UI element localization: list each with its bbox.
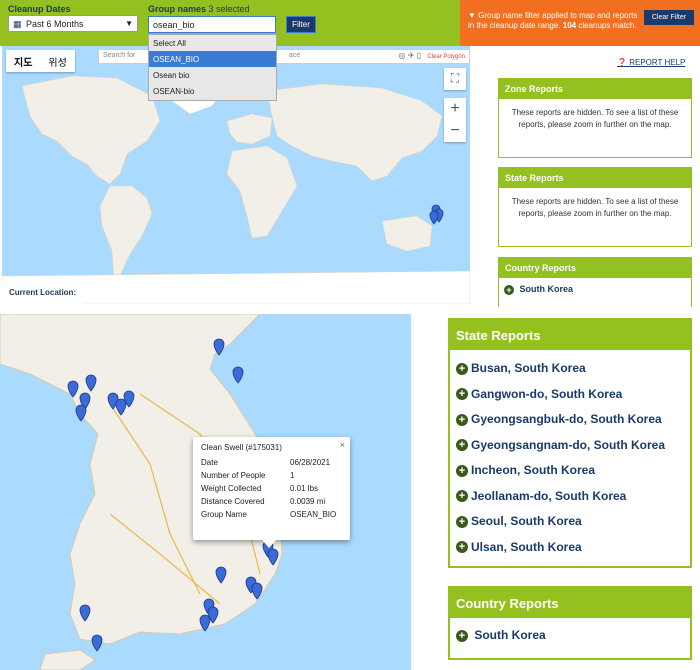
- cleanup-popup: Clean Swell (#175031) × Date 06/28/2021 N…: [193, 437, 350, 540]
- country-report-item[interactable]: + South Korea: [499, 278, 691, 301]
- close-icon[interactable]: ×: [340, 440, 345, 450]
- group-dropdown: Select All OSEAN_BIO Osean bio OSEAN-bio: [148, 34, 277, 101]
- state-report-item[interactable]: + Busan, South Korea: [456, 356, 684, 382]
- search-input[interactable]: Search for: [103, 52, 135, 59]
- notice-text: ▼ Group name filter applied to map and r…: [468, 11, 638, 30]
- popup-row-label: Group Name: [201, 510, 247, 519]
- zone-reports-hidden-text: These reports are hidden. To see a list …: [511, 108, 679, 129]
- popup-row-label: Date: [201, 458, 218, 467]
- popup-row-value: 0.0039 mi: [290, 497, 326, 506]
- address-input[interactable]: ace: [289, 52, 300, 59]
- dropdown-option[interactable]: OSEAN-bio: [149, 83, 276, 99]
- dropdown-option[interactable]: OSEAN_BIO: [149, 51, 276, 67]
- plus-icon: +: [456, 362, 468, 375]
- dropdown-option[interactable]: Osean bio: [149, 67, 276, 83]
- popup-row-value: OSEAN_BIO: [290, 510, 337, 519]
- plus-icon: +: [456, 439, 468, 452]
- cleanup-dates-label: Cleanup Dates: [8, 4, 71, 14]
- popup-row-label: Number of People: [201, 471, 266, 480]
- state-report-item[interactable]: + Seoul, South Korea: [456, 509, 684, 535]
- group-names-label: Group names 3 selected: [148, 4, 250, 14]
- map-type-map[interactable]: 지도: [6, 50, 40, 72]
- state-reports-title: State Reports: [450, 320, 690, 350]
- clear-filter-button[interactable]: Clear Filter: [644, 10, 694, 25]
- plus-icon: +: [456, 541, 468, 554]
- state-report-item[interactable]: + Incheon, South Korea: [456, 458, 684, 484]
- country-report-item[interactable]: + South Korea: [450, 618, 690, 652]
- fullscreen-button[interactable]: ⛶: [444, 68, 466, 90]
- state-report-item[interactable]: + Gyeongsangnam-do, South Korea: [456, 433, 684, 459]
- date-select-value: Past 6 Months: [26, 19, 84, 29]
- state-report-item[interactable]: + Jeollanam-do, South Korea: [456, 484, 684, 510]
- state-report-item[interactable]: + Ulsan, South Korea: [456, 535, 684, 561]
- popup-tail: [262, 540, 276, 548]
- selected-count: 3 selected: [208, 4, 250, 14]
- chevron-down-icon: ▼: [125, 19, 133, 28]
- zoom-in-button[interactable]: +: [444, 98, 466, 120]
- plus-icon: +: [456, 515, 468, 528]
- popup-row-label: Distance Covered: [201, 497, 265, 506]
- bird-icon[interactable]: ✈: [408, 51, 415, 60]
- filter-notice: ▼ Group name filter applied to map and r…: [460, 0, 700, 46]
- state-reports-panel-small: State Reports These reports are hidden. …: [498, 167, 692, 247]
- state-reports-hidden-text: These reports are hidden. To see a list …: [511, 197, 679, 218]
- country-reports-panel-small: Country Reports + South Korea: [498, 257, 692, 307]
- zoom-out-button[interactable]: −: [444, 120, 466, 142]
- korea-marker-cluster[interactable]: [422, 201, 452, 231]
- current-location-label: Current Location:: [2, 282, 84, 304]
- state-reports-title: State Reports: [499, 168, 691, 188]
- report-help-link[interactable]: ❓ REPORT HELP: [617, 58, 685, 67]
- cleanup-dates-select[interactable]: ▦ Past 6 Months ▼: [8, 15, 138, 32]
- zone-reports-panel: Zone Reports These reports are hidden. T…: [498, 78, 692, 158]
- dropdown-option[interactable]: Select All: [149, 35, 276, 51]
- plus-icon: +: [456, 413, 468, 426]
- popup-row: Distance Covered 0.0039 mi: [201, 495, 342, 508]
- popup-row-value: 0.01 lbs: [290, 484, 319, 493]
- popup-row: Number of People 1: [201, 469, 342, 482]
- popup-row: Weight Collected 0.01 lbs: [201, 482, 342, 495]
- trash-icon[interactable]: ▯: [417, 51, 421, 60]
- clear-polygon-button[interactable]: Clear Polygon: [427, 54, 465, 60]
- map-type-satellite[interactable]: 위성: [40, 50, 74, 72]
- map-type-toggle: 지도 위성: [6, 50, 75, 72]
- calendar-icon: ▦: [13, 19, 22, 29]
- plus-icon: +: [456, 464, 468, 477]
- zone-reports-title: Zone Reports: [499, 79, 691, 99]
- popup-row: Date 06/28/2021: [201, 456, 342, 469]
- plus-icon: +: [456, 490, 468, 503]
- help-icon: ❓: [617, 58, 627, 67]
- popup-row: Group Name OSEAN_BIO: [201, 508, 342, 521]
- country-reports-title: Country Reports: [450, 588, 690, 618]
- match-count: 104: [562, 21, 577, 30]
- plus-icon: +: [456, 629, 468, 642]
- plus-icon: +: [504, 284, 514, 295]
- group-names-input[interactable]: [148, 16, 276, 33]
- popup-row-value: 1: [290, 471, 295, 480]
- state-reports-list: + Busan, South Korea + Gangwon-do, South K…: [450, 350, 690, 560]
- filter-button[interactable]: Filter: [286, 16, 316, 33]
- state-reports-panel: State Reports + Busan, South Korea + Gangw…: [448, 318, 692, 568]
- plus-icon: +: [456, 388, 468, 401]
- filter-icon: ▼: [468, 11, 476, 20]
- country-reports-title: Country Reports: [499, 258, 691, 278]
- country-reports-panel: Country Reports + South Korea: [448, 586, 692, 660]
- github-icon[interactable]: ◎: [399, 51, 406, 60]
- popup-row-label: Weight Collected: [201, 484, 262, 493]
- popup-row-value: 06/28/2021: [290, 458, 331, 467]
- state-report-item[interactable]: + Gyeongsangbuk-do, South Korea: [456, 407, 684, 433]
- popup-title: Clean Swell (#175031): [201, 443, 282, 452]
- state-report-item[interactable]: + Gangwon-do, South Korea: [456, 382, 684, 408]
- zoom-control: + −: [444, 98, 466, 142]
